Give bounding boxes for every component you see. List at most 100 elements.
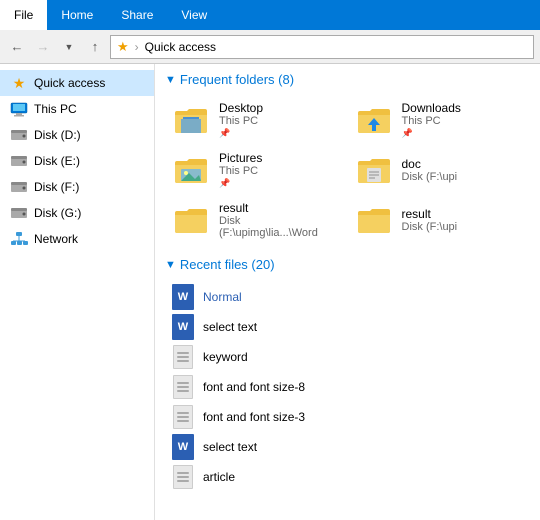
file-font3-icon [171, 405, 195, 429]
pc-icon [10, 100, 28, 118]
sidebar-item-disk-g[interactable]: Disk (G:) [0, 200, 154, 226]
folder-result2-sub: Disk (F:\upi [402, 221, 458, 233]
file-keyword-icon [171, 345, 195, 369]
file-list: Normal select text [165, 282, 530, 492]
sidebar-label-this-pc: This PC [34, 102, 77, 116]
folder-desktop[interactable]: Desktop This PC 📌 [165, 97, 348, 143]
file-select-text1-name: select text [203, 320, 257, 334]
doc-icon-article [173, 465, 193, 489]
sidebar-item-quick-access[interactable]: ★ Quick access [0, 70, 154, 96]
sidebar-item-network[interactable]: Network [0, 226, 154, 252]
disk-g-icon [10, 204, 28, 222]
ribbon: File Home Share View [0, 0, 540, 30]
disk-f-icon [10, 178, 28, 196]
doc-icon-font3 [173, 405, 193, 429]
folder-doc-name: doc [402, 157, 458, 171]
folder-result1[interactable]: result Disk (F:\upimg\lia...\Word [165, 197, 348, 243]
tab-home[interactable]: Home [47, 0, 107, 30]
file-article-name: article [203, 470, 235, 484]
file-font3[interactable]: font and font size-3 [165, 402, 530, 432]
folder-result2-info: result Disk (F:\upi [402, 207, 458, 233]
folder-downloads-pin: 📌 [402, 128, 461, 139]
folder-downloads[interactable]: Downloads This PC 📌 [348, 97, 531, 143]
folder-downloads-icon [354, 103, 394, 137]
folder-doc-info: doc Disk (F:\upi [402, 157, 458, 183]
address-star-icon: ★ [117, 39, 129, 55]
tab-view[interactable]: View [167, 0, 221, 30]
folder-desktop-sub: This PC [219, 115, 263, 127]
address-bar: ← → ▼ ↑ ★ › Quick access [0, 30, 540, 64]
file-keyword[interactable]: keyword [165, 342, 530, 372]
folder-doc-sub: Disk (F:\upi [402, 171, 458, 183]
word-icon-1 [172, 314, 194, 340]
forward-button[interactable]: → [32, 36, 54, 58]
file-select-text1[interactable]: select text [165, 312, 530, 342]
sidebar: ★ Quick access This PC [0, 64, 155, 520]
tab-file[interactable]: File [0, 0, 47, 30]
sidebar-label-disk-g: Disk (G:) [34, 206, 81, 220]
folder-pictures[interactable]: Pictures This PC 📌 [165, 147, 348, 193]
sidebar-item-this-pc[interactable]: This PC [0, 96, 154, 122]
folder-result2-icon [354, 203, 394, 237]
content-area: ▼ Frequent folders (8) Desktop This PC [155, 64, 540, 520]
folder-downloads-info: Downloads This PC 📌 [402, 101, 461, 139]
folder-doc[interactable]: doc Disk (F:\upi [348, 147, 531, 193]
chevron-recent-icon: ▼ [165, 259, 176, 271]
sidebar-label-quick-access: Quick access [34, 76, 105, 90]
file-normal-name: Normal [203, 290, 242, 304]
word-blue-icon [172, 284, 194, 310]
folder-result2-name: result [402, 207, 458, 221]
back-button[interactable]: ← [6, 36, 28, 58]
sidebar-item-disk-f[interactable]: Disk (F:) [0, 174, 154, 200]
folder-pictures-info: Pictures This PC 📌 [219, 151, 262, 189]
folder-downloads-name: Downloads [402, 101, 461, 115]
folder-result1-icon [171, 203, 211, 237]
address-box[interactable]: ★ › Quick access [110, 35, 534, 59]
doc-icon-font8 [173, 375, 193, 399]
address-path: Quick access [145, 40, 216, 54]
file-article-icon [171, 465, 195, 489]
sidebar-label-network: Network [34, 232, 78, 246]
tab-share[interactable]: Share [107, 0, 167, 30]
sidebar-label-disk-d: Disk (D:) [34, 128, 81, 142]
folder-desktop-name: Desktop [219, 101, 263, 115]
folder-desktop-icon [171, 103, 211, 137]
star-icon: ★ [10, 74, 28, 92]
folder-pictures-icon [171, 153, 211, 187]
folder-downloads-sub: This PC [402, 115, 461, 127]
sidebar-item-disk-d[interactable]: Disk (D:) [0, 122, 154, 148]
nav-dropdown-button[interactable]: ▼ [58, 36, 80, 58]
folder-desktop-pin: 📌 [219, 128, 263, 139]
folder-pictures-sub: This PC [219, 165, 262, 177]
folder-pictures-pin: 📌 [219, 178, 262, 189]
file-article[interactable]: article [165, 462, 530, 492]
file-font8[interactable]: font and font size-8 [165, 372, 530, 402]
folder-pictures-name: Pictures [219, 151, 262, 165]
folder-result1-name: result [219, 201, 342, 215]
disk-d-icon [10, 126, 28, 144]
file-select-text2[interactable]: select text [165, 432, 530, 462]
recent-header[interactable]: ▼ Recent files (20) [165, 257, 530, 272]
sidebar-label-disk-f: Disk (F:) [34, 180, 79, 194]
folder-desktop-info: Desktop This PC 📌 [219, 101, 263, 139]
file-select-text2-icon [171, 435, 195, 459]
address-separator: › [135, 40, 139, 54]
up-button[interactable]: ↑ [84, 36, 106, 58]
network-icon [10, 230, 28, 248]
folder-result1-info: result Disk (F:\upimg\lia...\Word [219, 201, 342, 239]
folder-result2[interactable]: result Disk (F:\upi [348, 197, 531, 243]
folder-doc-icon [354, 153, 394, 187]
file-keyword-name: keyword [203, 350, 248, 364]
file-font8-name: font and font size-8 [203, 380, 305, 394]
frequent-header[interactable]: ▼ Frequent folders (8) [165, 72, 530, 87]
folder-grid: Desktop This PC 📌 Downloads This PC [165, 97, 530, 243]
sidebar-item-disk-e[interactable]: Disk (E:) [0, 148, 154, 174]
file-select-text2-name: select text [203, 440, 257, 454]
file-select-text1-icon [171, 315, 195, 339]
folder-result1-sub: Disk (F:\upimg\lia...\Word [219, 215, 342, 239]
word-icon-2 [172, 434, 194, 460]
file-normal[interactable]: Normal [165, 282, 530, 312]
main-layout: ★ Quick access This PC [0, 64, 540, 520]
recent-title: Recent files (20) [180, 257, 275, 272]
doc-icon-keyword [173, 345, 193, 369]
